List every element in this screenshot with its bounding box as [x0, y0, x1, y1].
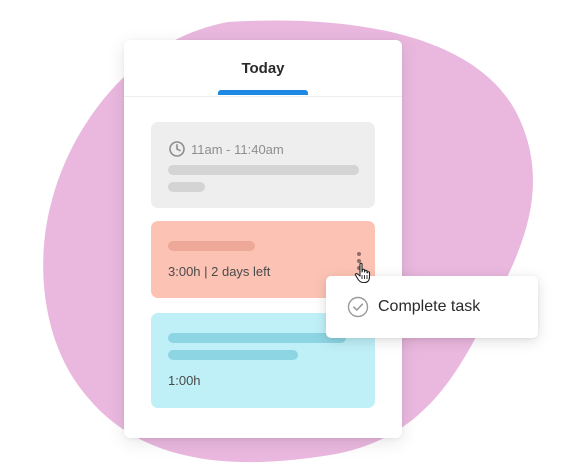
check-circle-icon [347, 296, 369, 318]
title-placeholder [168, 241, 255, 251]
title-placeholder [168, 333, 346, 343]
time-range: 11am - 11:40am [191, 141, 284, 157]
active-tab-indicator [218, 90, 308, 95]
illustration-stage: Today 11am - 11:40am 3:00h | 2 days left [0, 0, 566, 476]
tab-today[interactable]: Today [218, 60, 308, 77]
clock-icon [169, 141, 185, 157]
task-meta: 1:00h [168, 373, 201, 388]
tab-bar: Today [124, 40, 402, 97]
subtitle-placeholder [168, 350, 298, 360]
hand-pointer-icon [354, 262, 371, 284]
context-menu: Complete task [326, 276, 538, 338]
task-card-scheduled[interactable]: 11am - 11:40am [151, 122, 375, 208]
menu-item-label: Complete task [378, 298, 481, 315]
task-list-card: Today 11am - 11:40am 3:00h | 2 days left [124, 40, 402, 438]
subtitle-placeholder [168, 182, 205, 192]
menu-item-complete-task[interactable]: Complete task [326, 296, 480, 318]
title-placeholder [168, 165, 359, 175]
task-meta: 3:00h | 2 days left [168, 264, 271, 279]
time-row: 11am - 11:40am [168, 140, 284, 158]
